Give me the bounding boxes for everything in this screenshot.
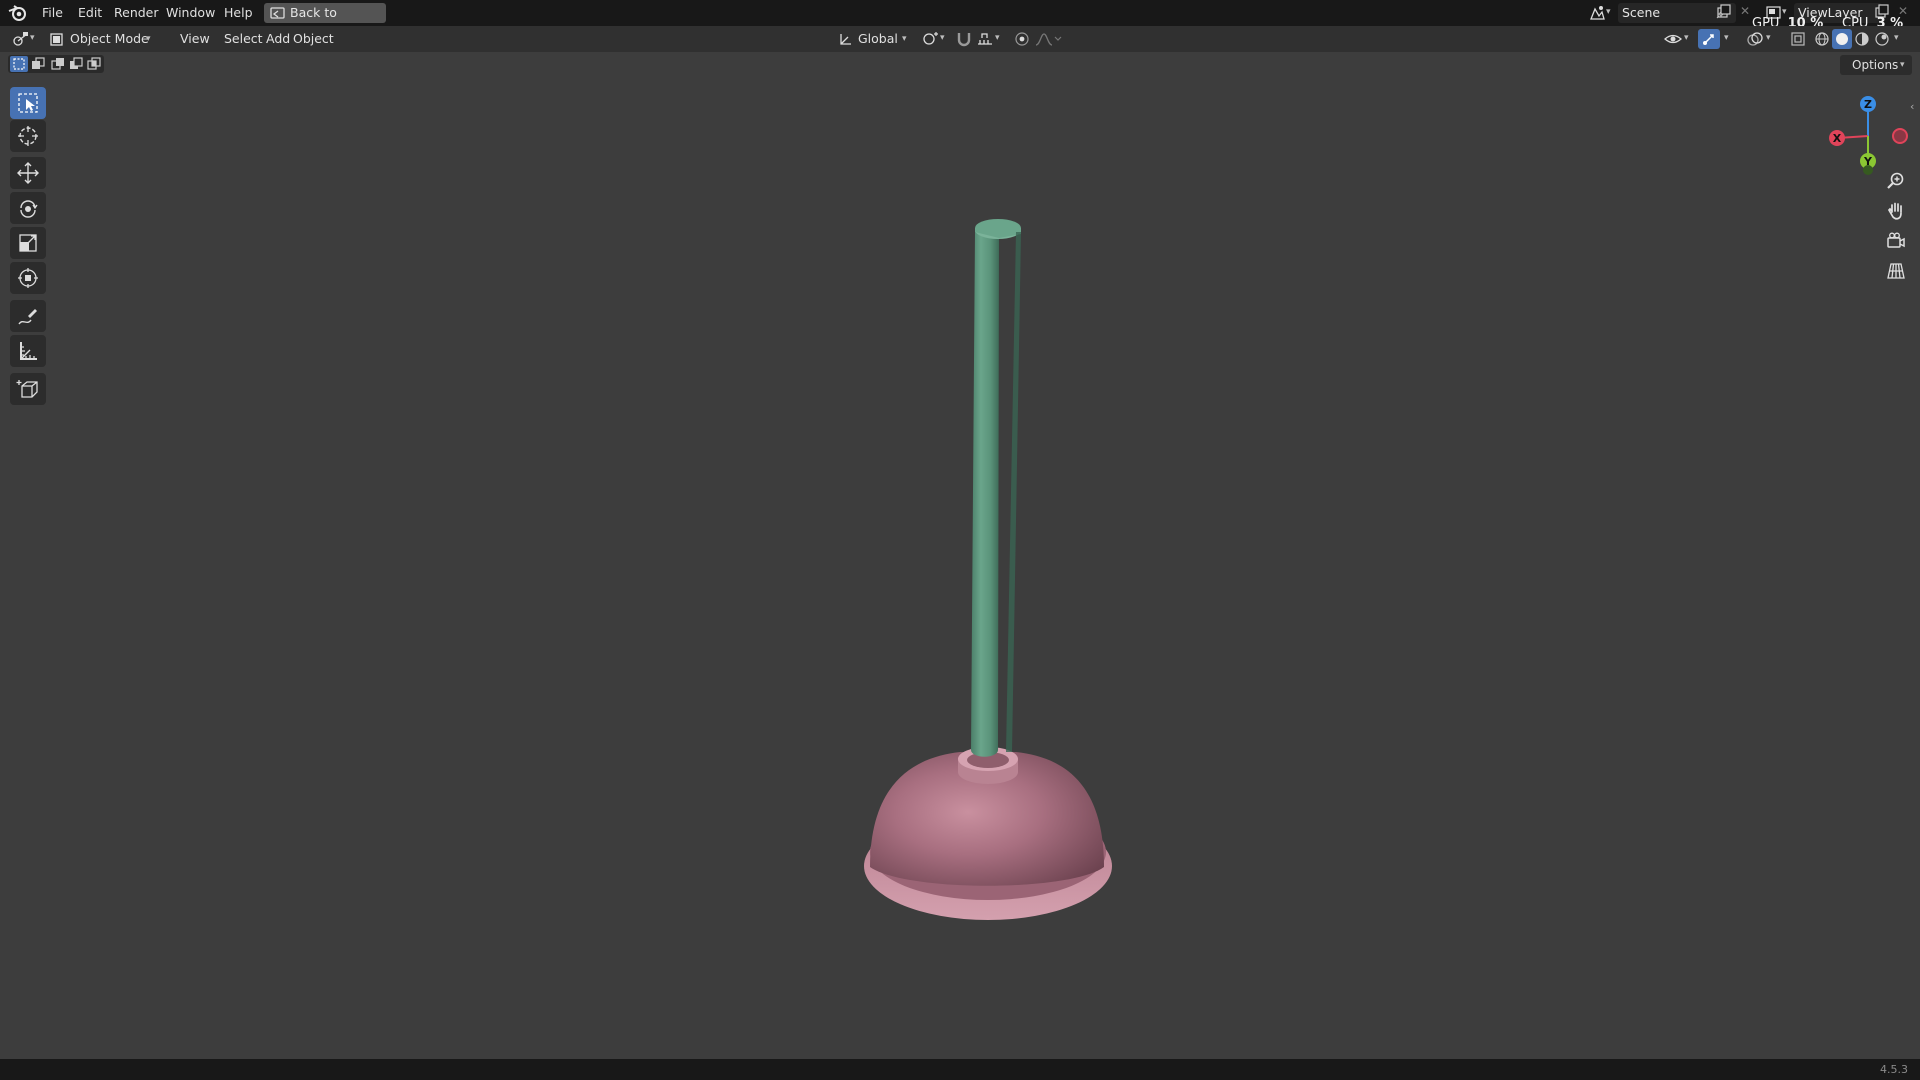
wireframe-shading-icon[interactable] [1814, 31, 1830, 47]
scale-icon [19, 234, 37, 252]
snap-magnet-icon[interactable] [955, 31, 973, 47]
menu-render[interactable]: Render [108, 3, 165, 23]
rotate-icon [20, 200, 38, 218]
editor-type-chevron-down-icon[interactable]: ▾ [30, 33, 35, 43]
select-invert-icon[interactable] [68, 57, 84, 71]
transform-orientation-chevron-down-icon: ▾ [902, 34, 907, 44]
transform-orientation-label: Global [858, 31, 898, 46]
solid-shading-button[interactable] [1832, 29, 1852, 49]
snap-increment-icon[interactable] [976, 31, 994, 47]
select-extend-icon[interactable] [30, 57, 46, 71]
gizmo-neg-x-axis[interactable] [1892, 128, 1908, 144]
perspective-grid-icon [1887, 263, 1905, 279]
snap-chevron-down-icon[interactable]: ▾ [995, 33, 1000, 43]
selection-mode-group [8, 55, 104, 73]
pivot-point-icon[interactable] [922, 31, 940, 47]
falloff-curve-icon[interactable] [1034, 31, 1062, 47]
gizmo-x-label: X [1833, 132, 1842, 145]
menu-file[interactable]: File [36, 3, 69, 23]
tool-select-box[interactable] [10, 87, 46, 119]
options-dropdown[interactable]: Options ▾ [1840, 55, 1912, 75]
editor-type-icon[interactable] [12, 31, 30, 47]
transform-orientation-dropdown[interactable]: Global ▾ [838, 29, 912, 49]
material-preview-icon[interactable] [1854, 31, 1870, 47]
tool-annotate[interactable] [10, 300, 46, 332]
camera-view-button[interactable] [1883, 228, 1909, 254]
scene-chevron-down-icon[interactable]: ▾ [1606, 7, 1611, 17]
tool-measure[interactable] [10, 335, 46, 367]
move-icon [17, 162, 39, 184]
xray-toggle-icon[interactable] [1790, 31, 1806, 47]
object-mode-label: Object Mode [70, 31, 149, 46]
annotate-pencil-icon [18, 309, 37, 325]
camera-icon [1887, 232, 1905, 248]
orientation-axes-icon [840, 34, 851, 45]
select-box-icon [18, 93, 38, 113]
sidebar-expand-chevron-icon[interactable]: ‹ [1910, 100, 1914, 113]
tool-add-cube[interactable] [10, 373, 46, 405]
new-scene-icon[interactable] [1716, 4, 1732, 20]
status-bar: 4.5.3 [0, 1059, 1920, 1080]
select-intersect-icon[interactable] [86, 57, 102, 71]
measure-ruler-icon [20, 342, 37, 360]
window-back-icon [270, 7, 285, 19]
options-label: Options [1852, 58, 1899, 72]
options-chevron-down-icon: ▾ [1900, 60, 1905, 70]
plunger-object[interactable] [840, 162, 1130, 982]
gizmo-icon [1703, 34, 1714, 45]
transform-icon [18, 268, 38, 288]
hand-pan-icon [1887, 202, 1902, 220]
perspective-toggle-button[interactable] [1883, 258, 1909, 284]
tool-cursor[interactable] [10, 120, 46, 152]
cursor-icon [18, 126, 38, 146]
menu-view[interactable]: View [174, 29, 216, 49]
scene-icon[interactable] [1588, 4, 1606, 22]
scene-name: Scene [1622, 5, 1661, 20]
visibility-eye-icon[interactable] [1664, 31, 1682, 47]
gizmo-y-label: Y [1863, 155, 1873, 168]
object-mode-dropdown[interactable]: Object Mode ▾ [48, 29, 156, 49]
rendered-shading-icon[interactable] [1874, 31, 1890, 47]
navigation-gizmo[interactable]: Z X Y [1818, 90, 1908, 180]
back-to-previous-button[interactable]: Back to Previous [264, 3, 386, 40]
shading-chevron-down-icon[interactable]: ▾ [1894, 33, 1899, 43]
blender-logo-icon[interactable] [8, 4, 28, 22]
select-new-button[interactable] [10, 56, 28, 72]
delete-scene-icon[interactable]: ✕ [1740, 4, 1750, 18]
select-new-icon [13, 58, 25, 70]
zoom-magnifier-icon [1887, 172, 1904, 189]
object-mode-icon [50, 33, 63, 46]
3d-viewport[interactable]: Options ▾ ‹ Z X Y [0, 52, 1920, 1059]
pan-view-button[interactable] [1883, 198, 1909, 224]
gizmo-chevron-down-icon[interactable]: ▾ [1724, 33, 1729, 43]
zoom-view-button[interactable] [1883, 168, 1909, 194]
tool-transform[interactable] [10, 262, 46, 294]
pivot-point-chevron-down-icon[interactable]: ▾ [940, 33, 945, 43]
solid-shading-icon [1836, 33, 1848, 45]
overlays-chevron-down-icon[interactable]: ▾ [1766, 33, 1771, 43]
add-cube-icon [16, 380, 38, 398]
overlays-icon[interactable] [1746, 31, 1764, 47]
version-label: 4.5.3 [1880, 1063, 1908, 1076]
gizmo-toggle-button[interactable] [1698, 29, 1720, 49]
menu-object[interactable]: Object [287, 29, 340, 49]
menu-window[interactable]: Window [160, 3, 221, 23]
visibility-chevron-down-icon[interactable]: ▾ [1684, 33, 1689, 43]
viewport-header: ▾ Object Mode ▾ View Select Add Object G… [0, 26, 1920, 52]
menu-edit[interactable]: Edit [72, 3, 108, 23]
top-bar: File Edit Render Window Help Back to Pre… [0, 0, 1920, 40]
tool-move[interactable] [10, 157, 46, 189]
gizmo-z-label: Z [1864, 98, 1872, 111]
select-subtract-icon[interactable] [50, 57, 66, 71]
proportional-editing-icon[interactable] [1014, 31, 1030, 47]
tool-rotate[interactable] [10, 192, 46, 224]
menu-help[interactable]: Help [218, 3, 259, 23]
tool-scale[interactable] [10, 227, 46, 259]
object-mode-chevron-down-icon: ▾ [146, 34, 151, 44]
